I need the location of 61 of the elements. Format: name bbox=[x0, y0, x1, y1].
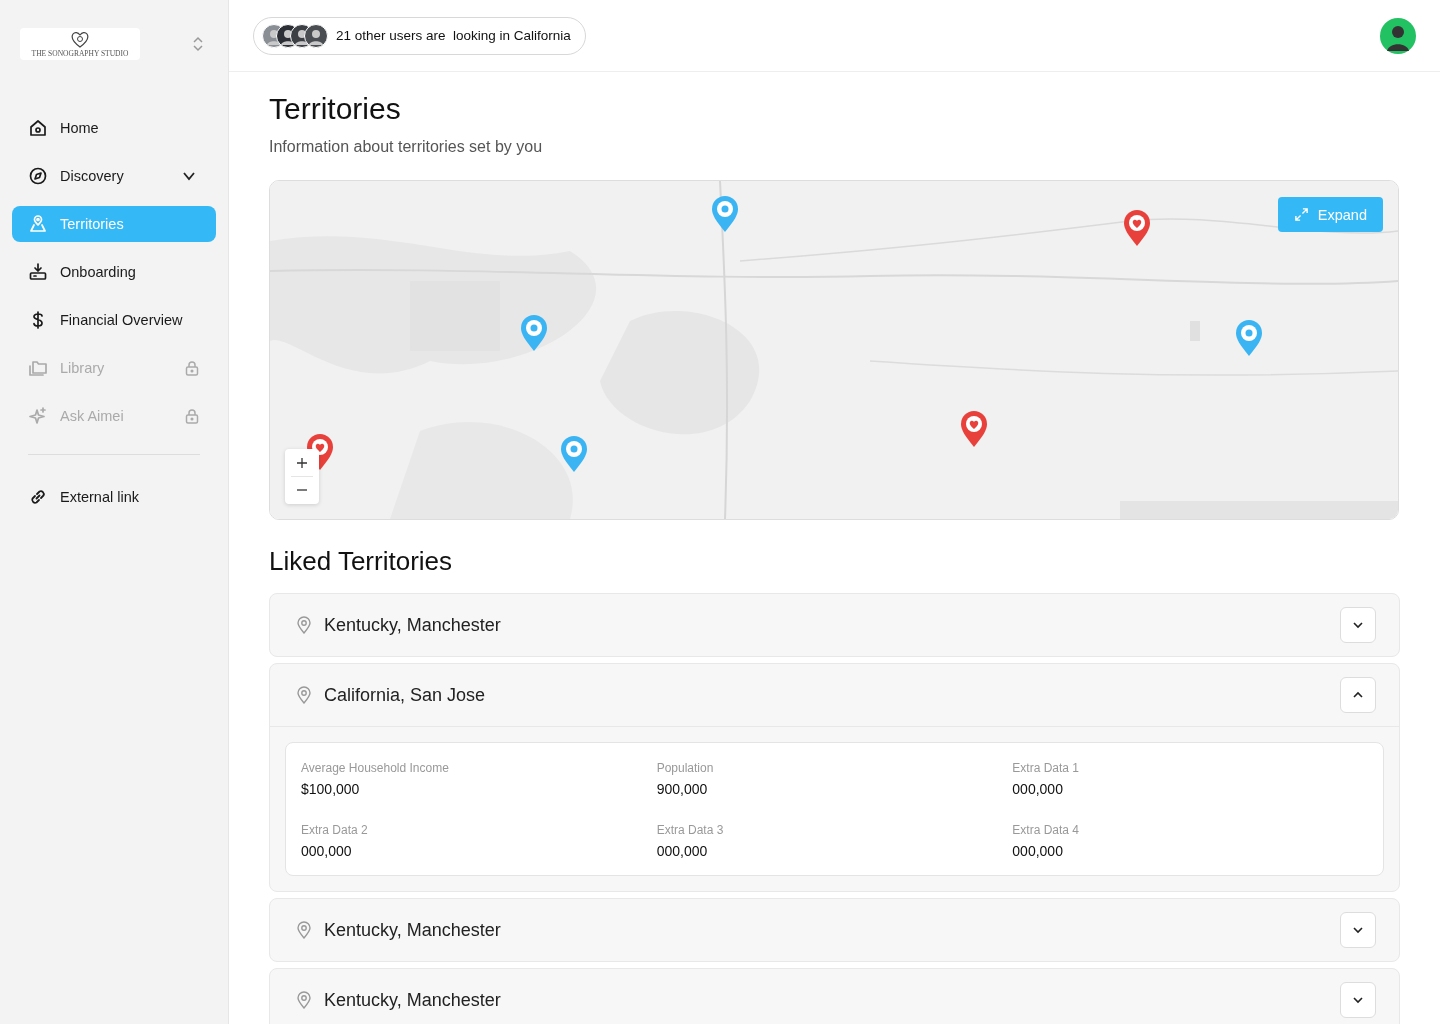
avatar-icon[interactable] bbox=[1380, 17, 1416, 54]
map-pin-icon[interactable] bbox=[519, 314, 549, 352]
nav-item[interactable]: Onboarding bbox=[12, 254, 216, 290]
map-pin-icon[interactable] bbox=[710, 195, 740, 233]
heart-pin-icon[interactable] bbox=[959, 410, 989, 448]
accordion-header[interactable]: California, San Jose bbox=[270, 664, 1399, 727]
page-title: Territories bbox=[269, 92, 402, 126]
detail-value: 000,000 bbox=[1012, 843, 1064, 859]
folder-icon bbox=[28, 358, 48, 378]
sparkle-icon bbox=[28, 406, 48, 426]
location-pin-icon bbox=[294, 615, 314, 635]
accordion-header[interactable]: Kentucky, Manchester bbox=[270, 594, 1399, 656]
detail-value: 900,000 bbox=[656, 781, 709, 797]
chevron-up-down-icon[interactable] bbox=[192, 35, 204, 53]
map-pin-icon[interactable] bbox=[559, 435, 589, 473]
link-icon bbox=[28, 487, 48, 507]
location-pin-icon bbox=[294, 990, 314, 1010]
detail-value: 000,000 bbox=[301, 843, 353, 859]
detail-label: Extra Data 1 bbox=[1012, 761, 1081, 775]
detail-label: Average Household Income bbox=[301, 761, 450, 775]
download-icon bbox=[28, 262, 48, 282]
accordion-header[interactable]: Kentucky, Manchester bbox=[270, 969, 1399, 1024]
location-pin-icon bbox=[294, 920, 314, 940]
section-title: Liked Territories bbox=[269, 546, 454, 577]
toggle-button[interactable] bbox=[1340, 607, 1376, 643]
territory-name: California, San Jose bbox=[324, 684, 487, 706]
detail-value: $100,000 bbox=[301, 781, 361, 797]
avatar-icon bbox=[304, 23, 328, 48]
expand-icon bbox=[1293, 207, 1309, 222]
territory-name: Kentucky, Manchester bbox=[324, 989, 502, 1011]
zoom-in-icon[interactable] bbox=[296, 457, 308, 469]
detail-value: 000,000 bbox=[1012, 781, 1064, 797]
nav-item[interactable]: Financial Overview bbox=[12, 302, 216, 338]
territory-name: Kentucky, Manchester bbox=[324, 919, 502, 941]
heart-pin-icon[interactable] bbox=[1122, 209, 1152, 247]
accordion-header[interactable]: Kentucky, Manchester bbox=[270, 899, 1399, 961]
nav-item[interactable]: Home bbox=[12, 110, 216, 146]
detail-label: Population bbox=[656, 761, 715, 775]
home-icon bbox=[28, 118, 48, 138]
chevron-down-icon bbox=[1352, 619, 1364, 631]
toggle-button[interactable] bbox=[1340, 912, 1376, 948]
lock-icon bbox=[184, 408, 200, 424]
toggle-button[interactable] bbox=[1340, 677, 1376, 713]
nav-item[interactable]: External link bbox=[12, 479, 216, 515]
toggle-button[interactable] bbox=[1340, 982, 1376, 1018]
detail-label: Extra Data 3 bbox=[656, 823, 725, 837]
detail-label: Extra Data 2 bbox=[301, 823, 369, 837]
heart-logo-icon bbox=[70, 30, 90, 49]
compass-icon bbox=[28, 166, 48, 186]
map-pin-icon[interactable] bbox=[1234, 319, 1264, 357]
lock-icon bbox=[184, 360, 200, 376]
chevron-down-icon bbox=[1352, 924, 1364, 936]
territory-name: Kentucky, Manchester bbox=[324, 614, 502, 636]
detail-value: 000,000 bbox=[656, 843, 709, 859]
page-subtitle: Information about territories set by you bbox=[269, 138, 544, 156]
location-pin-icon bbox=[294, 685, 314, 705]
person-pin-icon bbox=[28, 214, 48, 234]
presence-text: 21 other users are looking in California bbox=[336, 28, 571, 43]
nav-item[interactable]: Discovery bbox=[12, 158, 216, 194]
detail-label: Extra Data 4 bbox=[1012, 823, 1081, 837]
chevron-down-icon bbox=[1352, 994, 1364, 1006]
